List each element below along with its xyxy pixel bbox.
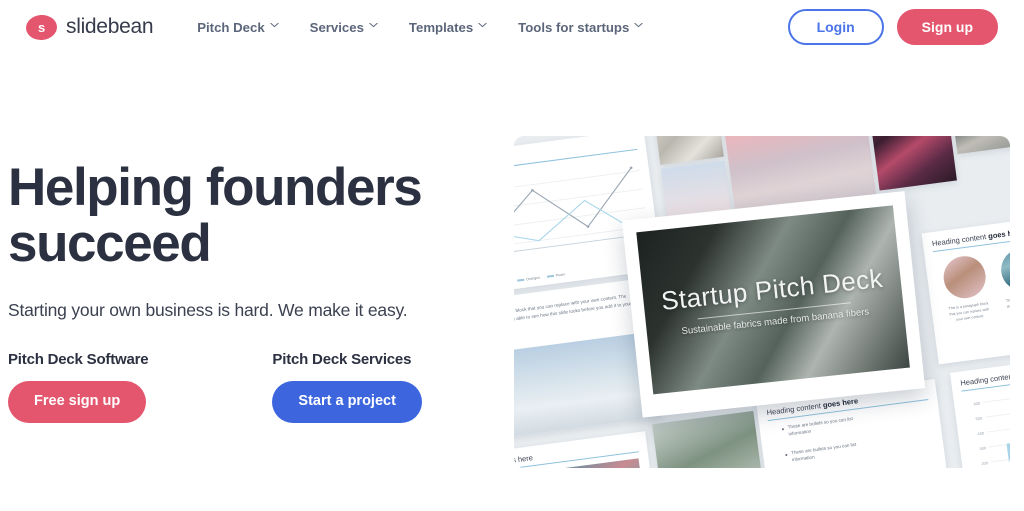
- svg-text:600: 600: [973, 402, 980, 407]
- start-a-project-button[interactable]: Start a project: [272, 381, 422, 424]
- svg-text:400: 400: [977, 431, 984, 436]
- nav-item-label: Templates: [408, 19, 474, 35]
- bullet-dot-icon: [781, 428, 785, 431]
- legend-entry: Pears: [546, 272, 565, 278]
- nav-item-templates[interactable]: Templates: [408, 19, 487, 35]
- nav-item-label: Services: [309, 19, 364, 35]
- nav-item-label: Tools for startups: [518, 19, 630, 35]
- chevron-down-icon: [634, 22, 643, 30]
- slidebean-blob-icon: s: [25, 13, 58, 41]
- slide-photo-storefront: [944, 136, 1010, 155]
- nav-links: Pitch Deck Services Templates Tools for …: [197, 19, 643, 35]
- brand-mark-letter: s: [37, 19, 46, 35]
- line-chart-legend: Apples Oranges Pears: [514, 272, 565, 286]
- hero-slide-collage: here Apples Oranges: [514, 136, 1010, 468]
- cta-label-services: Pitch Deck Services: [272, 351, 412, 369]
- brand-name: slidebean: [66, 15, 154, 38]
- circle-item: This is a paragraph block that you can r…: [939, 253, 993, 324]
- hero-copy: Helping founders succeed Starting your o…: [8, 158, 478, 424]
- cta-group-software: Pitch Deck Software Free sign up: [8, 351, 149, 424]
- circle-item: This is a paragraph block that you can r…: [997, 246, 1010, 317]
- login-button[interactable]: Login: [787, 8, 884, 46]
- svg-text:300: 300: [979, 446, 986, 451]
- circle-row: This is a paragraph block that you can r…: [939, 238, 1010, 324]
- nav-item-tools-for-startups[interactable]: Tools for startups: [518, 19, 643, 35]
- slide-circle-images: Heading content goes here This is a para…: [921, 208, 1010, 365]
- slide-photo-fabric: [653, 136, 724, 165]
- hero-subheading: Starting your own business is hard. We m…: [8, 300, 408, 321]
- legend-entry: Oranges: [517, 276, 540, 283]
- whale-photo: [998, 246, 1010, 294]
- circle-caption: This is a paragraph block that you can r…: [948, 301, 990, 322]
- top-navigation-bar: s slidebean Pitch Deck Services Template…: [0, 0, 1024, 54]
- chevron-down-icon: [270, 22, 279, 30]
- slide-paragraph-text: This is a paragraph block that you can r…: [514, 293, 632, 327]
- bullet-dot-icon: [785, 453, 788, 456]
- cta-group-services: Pitch Deck Services Start a project: [272, 351, 422, 424]
- slide-photo-neon: [864, 136, 957, 191]
- slide-photo-succulent: ontent goes here: [514, 431, 660, 468]
- slide-photo-palm: [652, 410, 770, 468]
- signup-button[interactable]: Sign up: [896, 8, 998, 46]
- brand-logo[interactable]: s slidebean: [25, 13, 154, 41]
- svg-text:500: 500: [975, 417, 982, 422]
- collage-canvas: here Apples Oranges: [514, 136, 1010, 468]
- featured-slide-frame: Startup Pitch Deck Sustainable fabrics m…: [621, 191, 926, 418]
- featured-slide-photo: Startup Pitch Deck Sustainable fabrics m…: [636, 205, 910, 395]
- frog-photo: [941, 253, 989, 301]
- nav-item-label: Pitch Deck: [197, 19, 265, 35]
- svg-text:200: 200: [981, 461, 988, 466]
- nav-item-services[interactable]: Services: [309, 19, 378, 35]
- nav-item-pitch-deck[interactable]: Pitch Deck: [197, 19, 279, 35]
- cta-row: Pitch Deck Software Free sign up Pitch D…: [8, 351, 478, 424]
- nav-actions: Login Sign up: [787, 8, 998, 46]
- circle-caption: This is a paragraph block that you can r…: [1005, 294, 1010, 309]
- cta-label-software: Pitch Deck Software: [8, 351, 149, 369]
- page-title: Helping founders succeed: [8, 158, 423, 274]
- chevron-down-icon: [369, 22, 378, 30]
- free-sign-up-button[interactable]: Free sign up: [8, 381, 147, 424]
- chevron-down-icon: [478, 22, 487, 30]
- slide-bar-chart: Heading content goes here 600 500 400 30…: [950, 348, 1010, 468]
